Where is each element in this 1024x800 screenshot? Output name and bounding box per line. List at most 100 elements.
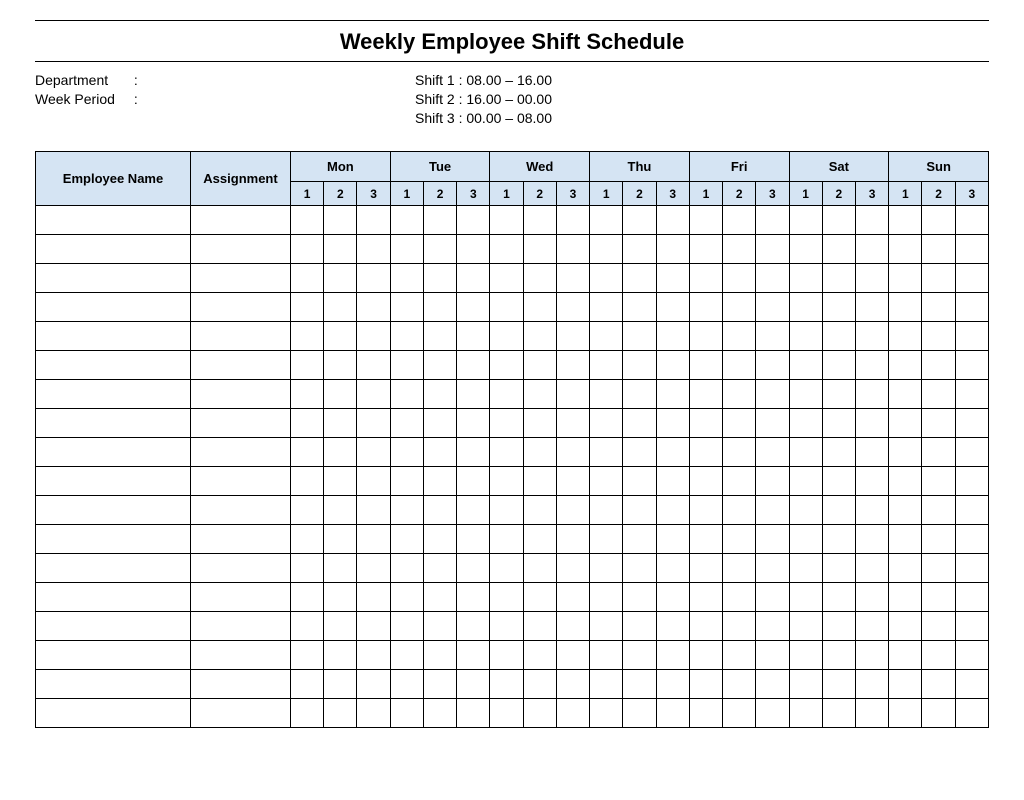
table-cell[interactable]	[922, 351, 955, 380]
table-cell[interactable]	[789, 380, 822, 409]
table-cell[interactable]	[36, 235, 191, 264]
table-cell[interactable]	[357, 554, 390, 583]
table-cell[interactable]	[36, 612, 191, 641]
table-cell[interactable]	[623, 496, 656, 525]
table-cell[interactable]	[191, 699, 291, 728]
table-cell[interactable]	[457, 438, 490, 467]
table-cell[interactable]	[723, 670, 756, 699]
table-cell[interactable]	[723, 409, 756, 438]
table-cell[interactable]	[36, 699, 191, 728]
table-cell[interactable]	[390, 496, 423, 525]
table-cell[interactable]	[623, 612, 656, 641]
table-cell[interactable]	[623, 322, 656, 351]
table-cell[interactable]	[623, 235, 656, 264]
table-cell[interactable]	[789, 467, 822, 496]
table-cell[interactable]	[922, 380, 955, 409]
table-cell[interactable]	[191, 380, 291, 409]
table-cell[interactable]	[789, 670, 822, 699]
table-cell[interactable]	[357, 438, 390, 467]
table-cell[interactable]	[457, 351, 490, 380]
table-cell[interactable]	[556, 670, 589, 699]
table-cell[interactable]	[490, 670, 523, 699]
table-cell[interactable]	[490, 380, 523, 409]
table-cell[interactable]	[590, 293, 623, 322]
table-cell[interactable]	[390, 612, 423, 641]
table-cell[interactable]	[423, 583, 456, 612]
table-cell[interactable]	[656, 235, 689, 264]
table-cell[interactable]	[789, 699, 822, 728]
table-cell[interactable]	[656, 438, 689, 467]
table-cell[interactable]	[955, 438, 988, 467]
table-cell[interactable]	[191, 612, 291, 641]
table-cell[interactable]	[955, 467, 988, 496]
table-cell[interactable]	[756, 583, 789, 612]
table-cell[interactable]	[922, 525, 955, 554]
table-cell[interactable]	[291, 438, 324, 467]
table-cell[interactable]	[324, 467, 357, 496]
table-cell[interactable]	[556, 380, 589, 409]
table-cell[interactable]	[423, 699, 456, 728]
table-cell[interactable]	[656, 583, 689, 612]
table-cell[interactable]	[756, 554, 789, 583]
table-cell[interactable]	[855, 583, 888, 612]
table-cell[interactable]	[490, 583, 523, 612]
table-cell[interactable]	[955, 351, 988, 380]
table-cell[interactable]	[324, 525, 357, 554]
table-cell[interactable]	[955, 554, 988, 583]
table-cell[interactable]	[889, 409, 922, 438]
table-cell[interactable]	[457, 496, 490, 525]
table-cell[interactable]	[357, 206, 390, 235]
table-cell[interactable]	[556, 438, 589, 467]
table-cell[interactable]	[457, 322, 490, 351]
table-cell[interactable]	[357, 612, 390, 641]
table-cell[interactable]	[723, 699, 756, 728]
table-cell[interactable]	[291, 206, 324, 235]
table-cell[interactable]	[689, 554, 722, 583]
table-cell[interactable]	[756, 322, 789, 351]
table-cell[interactable]	[656, 554, 689, 583]
table-cell[interactable]	[36, 525, 191, 554]
table-cell[interactable]	[357, 264, 390, 293]
table-cell[interactable]	[357, 322, 390, 351]
table-cell[interactable]	[656, 264, 689, 293]
table-cell[interactable]	[490, 612, 523, 641]
table-cell[interactable]	[457, 235, 490, 264]
table-cell[interactable]	[855, 293, 888, 322]
table-cell[interactable]	[324, 641, 357, 670]
table-cell[interactable]	[191, 293, 291, 322]
table-cell[interactable]	[656, 699, 689, 728]
table-cell[interactable]	[490, 293, 523, 322]
table-cell[interactable]	[822, 496, 855, 525]
table-cell[interactable]	[855, 641, 888, 670]
table-cell[interactable]	[191, 496, 291, 525]
table-cell[interactable]	[36, 351, 191, 380]
table-cell[interactable]	[789, 641, 822, 670]
table-cell[interactable]	[357, 583, 390, 612]
table-cell[interactable]	[523, 554, 556, 583]
table-cell[interactable]	[889, 322, 922, 351]
table-cell[interactable]	[955, 641, 988, 670]
table-cell[interactable]	[590, 641, 623, 670]
table-cell[interactable]	[523, 380, 556, 409]
table-cell[interactable]	[390, 467, 423, 496]
table-cell[interactable]	[623, 554, 656, 583]
table-cell[interactable]	[556, 641, 589, 670]
table-cell[interactable]	[390, 206, 423, 235]
table-cell[interactable]	[723, 525, 756, 554]
table-cell[interactable]	[623, 293, 656, 322]
table-cell[interactable]	[423, 235, 456, 264]
table-cell[interactable]	[855, 206, 888, 235]
table-cell[interactable]	[623, 583, 656, 612]
table-cell[interactable]	[556, 699, 589, 728]
table-cell[interactable]	[955, 264, 988, 293]
table-cell[interactable]	[723, 351, 756, 380]
table-cell[interactable]	[955, 699, 988, 728]
table-cell[interactable]	[523, 583, 556, 612]
table-cell[interactable]	[822, 380, 855, 409]
table-cell[interactable]	[357, 351, 390, 380]
table-cell[interactable]	[689, 206, 722, 235]
table-cell[interactable]	[955, 670, 988, 699]
table-cell[interactable]	[689, 670, 722, 699]
table-cell[interactable]	[423, 293, 456, 322]
table-cell[interactable]	[390, 409, 423, 438]
